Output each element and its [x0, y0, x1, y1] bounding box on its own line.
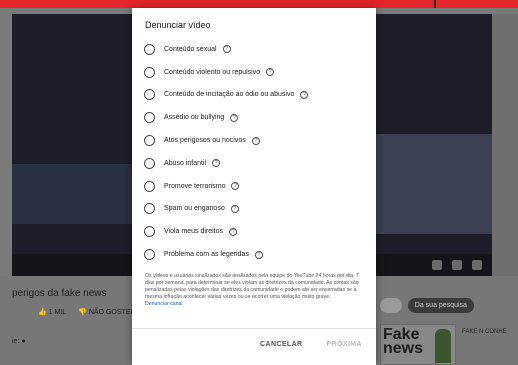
help-icon[interactable]: ? — [212, 159, 221, 168]
related-video-thumbnail[interactable]: Fake news — [380, 324, 456, 365]
radio-icon[interactable] — [144, 226, 155, 238]
option-label: Atos perigosos ou nocivos — [164, 137, 246, 145]
radio-icon[interactable] — [144, 112, 155, 124]
report-channel-link[interactable]: Denunciar canal — [145, 301, 367, 308]
dialog-divider — [132, 328, 376, 329]
option-child-abuse[interactable]: Abuso infantil? — [144, 152, 370, 175]
radio-icon[interactable] — [144, 249, 155, 261]
theater-icon[interactable] — [452, 260, 462, 270]
video-title: perigos da fake news — [12, 288, 107, 299]
dislike-label: NÃO GOSTEI — [88, 309, 133, 316]
help-icon[interactable]: ? — [230, 204, 239, 213]
option-label: Assédio ou bullying — [164, 114, 225, 122]
option-label: Conteúdo sexual — [164, 45, 217, 53]
channel-line: ie: ● — [12, 338, 26, 345]
help-icon[interactable]: ? — [300, 90, 309, 99]
dialog-title: Denunciar vídeo — [145, 20, 211, 30]
dialog-actions: CANCELAR PRÓXIMA — [260, 341, 362, 348]
policy-note: Os vídeos e usuários sinalizados são ana… — [145, 273, 367, 308]
option-captions-issue[interactable]: Problema com as legendas? — [144, 243, 370, 266]
help-icon[interactable]: ? — [229, 227, 238, 236]
dislike-button[interactable]: 👎 NÃO GOSTEI — [78, 308, 132, 316]
help-icon[interactable]: ? — [231, 182, 240, 191]
option-label: Conteúdo violento ou repulsivo — [164, 68, 261, 76]
like-bar: 👍 1 MIL 👎 NÃO GOSTEI — [38, 308, 132, 316]
like-button[interactable]: 👍 1 MIL — [38, 308, 66, 316]
fullscreen-icon[interactable] — [472, 260, 482, 270]
option-label: Problema com as legendas — [164, 251, 249, 259]
filter-chips: Da sua pesquisa — [380, 298, 474, 313]
studio-set-left — [12, 164, 132, 224]
top-red-banner — [0, 0, 518, 8]
help-icon[interactable]: ? — [251, 136, 260, 145]
option-rights-violation[interactable]: Viola meus direitos? — [144, 220, 370, 243]
option-hateful-content[interactable]: Conteúdo de incitação ao ódio ou abusivo… — [144, 84, 370, 107]
related-video-title[interactable]: FAKE N CONHE — [462, 328, 507, 337]
radio-icon[interactable] — [144, 89, 155, 101]
next-button[interactable]: PRÓXIMA — [327, 341, 362, 348]
help-icon[interactable]: ? — [254, 250, 263, 259]
option-spam[interactable]: Spam ou enganoso? — [144, 198, 370, 221]
option-label: Conteúdo de incitação ao ódio ou abusivo — [164, 91, 295, 99]
thumbnail-person — [435, 329, 451, 363]
like-count: 1 MIL — [48, 309, 67, 316]
radio-icon[interactable] — [144, 43, 155, 55]
report-options-list: Conteúdo sexual? Conteúdo violento ou re… — [144, 38, 370, 266]
radio-icon[interactable] — [144, 203, 155, 215]
policy-note-text: Os vídeos e usuários sinalizados são ana… — [145, 273, 359, 300]
banner-divider — [434, 0, 436, 8]
radio-icon[interactable] — [144, 135, 155, 147]
option-terrorism[interactable]: Promove terrorismo? — [144, 175, 370, 198]
option-harassment[interactable]: Assédio ou bullying? — [144, 106, 370, 129]
chip-from-search[interactable]: Da sua pesquisa — [407, 298, 474, 313]
cancel-button[interactable]: CANCELAR — [260, 341, 302, 348]
chip-all[interactable] — [380, 298, 402, 313]
option-label: Viola meus direitos — [164, 228, 224, 236]
help-icon[interactable]: ? — [222, 45, 231, 54]
settings-icon[interactable] — [432, 260, 442, 270]
radio-icon[interactable] — [144, 157, 155, 169]
option-sexual-content[interactable]: Conteúdo sexual? — [144, 38, 370, 61]
option-dangerous-acts[interactable]: Atos perigosos ou nocivos? — [144, 129, 370, 152]
option-violent-content[interactable]: Conteúdo violento ou repulsivo? — [144, 61, 370, 84]
option-label: Abuso infantil — [164, 159, 207, 167]
option-label: Promove terrorismo — [164, 182, 226, 190]
radio-icon[interactable] — [144, 66, 155, 78]
studio-set-right — [372, 134, 492, 234]
help-icon[interactable]: ? — [230, 113, 239, 122]
help-icon[interactable]: ? — [266, 68, 275, 77]
option-label: Spam ou enganoso — [164, 205, 225, 213]
radio-icon[interactable] — [144, 180, 155, 192]
sidebar-strip — [492, 14, 518, 276]
report-video-dialog: Denunciar vídeo Conteúdo sexual? Conteúd… — [132, 8, 376, 365]
